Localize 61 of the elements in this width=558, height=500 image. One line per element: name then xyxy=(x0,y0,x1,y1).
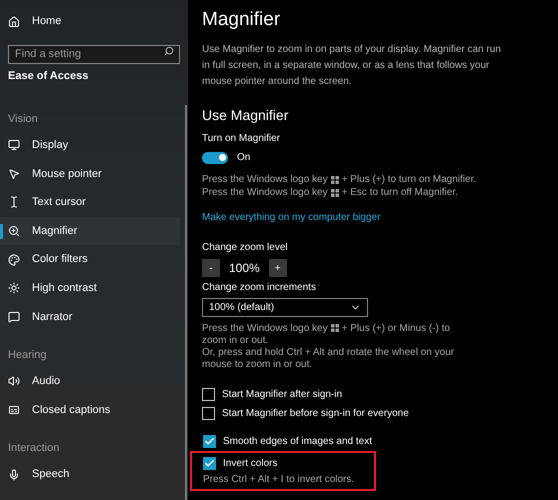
text-cursor-icon xyxy=(8,196,20,208)
speaker-icon xyxy=(8,375,20,388)
checkbox[interactable] xyxy=(202,406,215,420)
checkbox-label: Start Magnifier before sign-in for everyone xyxy=(222,406,409,420)
page-title: Magnifier xyxy=(202,8,282,32)
nav-item[interactable]: Audio xyxy=(0,367,180,396)
nav-item[interactable]: Display xyxy=(0,131,180,160)
group-heading: Hearing xyxy=(8,348,48,364)
windows-logo-icon xyxy=(330,188,339,196)
search-field[interactable]: Find a setting xyxy=(8,44,180,64)
zoom-hint: Or, press and hold Ctrl + Alt and rotate the wheel on your mouse to zoom in or out. xyxy=(202,347,456,371)
nav-item[interactable]: Magnifier xyxy=(0,216,180,246)
hint-text: + Esc to turn off Magnifier. xyxy=(342,186,458,199)
toggle-label: Turn on Magnifier xyxy=(202,132,281,146)
check-icon xyxy=(204,436,215,446)
nav-item[interactable]: Text cursor xyxy=(0,188,180,217)
zoom-in-button[interactable]: + xyxy=(268,259,287,277)
checkbox[interactable] xyxy=(203,434,216,448)
hint-text: Press the Windows logo key xyxy=(202,186,328,199)
checkbox-label: Smooth edges of images and text xyxy=(223,434,372,448)
checkbox[interactable] xyxy=(202,388,215,400)
increments-label: Change zoom increments xyxy=(202,281,317,295)
nav-item[interactable]: High contrast xyxy=(0,274,180,303)
toggle-switch[interactable] xyxy=(202,152,228,164)
windows-logo-icon xyxy=(330,176,339,184)
zoom-level-label: Change zoom level xyxy=(202,241,289,255)
search-icon xyxy=(164,46,174,56)
monitor-icon xyxy=(8,139,20,152)
invert-hint: Press Ctrl + Alt + I to invert colors. xyxy=(203,473,356,486)
home-icon xyxy=(8,16,20,28)
sun-icon xyxy=(8,282,20,294)
magnifier-icon xyxy=(8,225,20,238)
description: Use Magnifier to zoom in on parts of your display. Magnifier can run in full screen, in a separate window, or as a lens that follows your mouse pointer around the screen. xyxy=(202,43,502,89)
group-heading: Vision xyxy=(8,112,39,127)
checkbox[interactable] xyxy=(203,456,216,470)
microphone-icon xyxy=(8,468,20,481)
zoom-out-button[interactable]: - xyxy=(202,259,220,277)
nav-item[interactable]: Color filters xyxy=(0,245,180,274)
increments-dropdown[interactable]: 100% (default) xyxy=(202,298,368,317)
group-heading: Interaction xyxy=(8,441,60,456)
bigger-link[interactable]: Make everything on my computer bigger xyxy=(202,211,380,225)
category-title: Ease of Access xyxy=(8,69,90,84)
home-item[interactable]: Home xyxy=(8,13,180,30)
hint-text: + Plus (+) to turn on Magnifier. xyxy=(342,173,476,186)
checkbox-label: Start Magnifier after sign-in xyxy=(222,388,342,402)
check-icon xyxy=(204,458,215,468)
nav-item[interactable]: Speech xyxy=(0,460,180,489)
hint-text: Press the Windows logo key xyxy=(202,173,328,186)
toggle-state: On xyxy=(237,151,250,165)
zoom-hint: Press the Windows logo key + Plus (+) or Minus (-) to zoom in or out. xyxy=(202,323,451,347)
nav-item[interactable]: Closed captions xyxy=(0,396,180,424)
speech-bubble-icon xyxy=(8,310,20,323)
palette-icon xyxy=(8,254,20,266)
checkbox-label: Invert colors xyxy=(223,456,278,470)
nav-item[interactable]: Narrator xyxy=(0,302,180,332)
windows-logo-icon xyxy=(330,324,339,332)
pointer-icon xyxy=(8,168,20,180)
captions-icon xyxy=(8,404,20,416)
section-title: Use Magnifier xyxy=(202,106,290,124)
nav-item[interactable]: Mouse pointer xyxy=(0,160,180,188)
zoom-value: 100% xyxy=(229,260,260,277)
